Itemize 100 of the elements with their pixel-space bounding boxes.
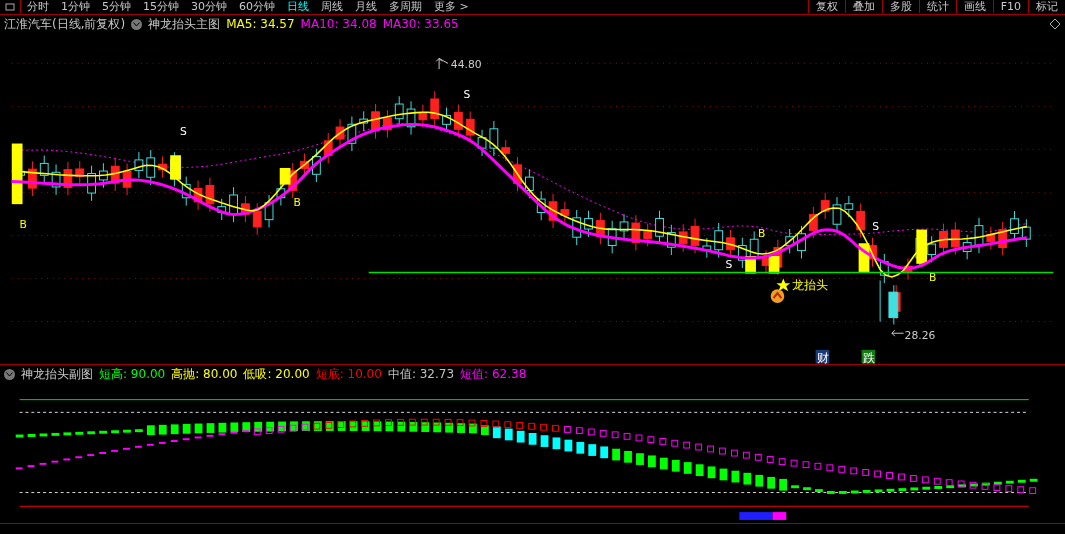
candlestick <box>264 194 274 229</box>
candlestick <box>371 103 380 140</box>
period-tab[interactable]: 周线 <box>315 0 349 14</box>
menu-icon <box>5 2 15 11</box>
toolbar-button[interactable]: 多股 <box>881 0 919 14</box>
period-tab[interactable]: 月线 <box>349 0 383 14</box>
candlestick <box>548 193 558 229</box>
indicator-name: 神龙抬头主图 <box>148 15 221 33</box>
buy-signal: B <box>19 217 27 231</box>
candlestick <box>808 206 818 239</box>
candlestick <box>146 149 156 186</box>
legend-value: 中值: 32.73 <box>387 366 455 384</box>
candlestick <box>678 223 688 253</box>
legend-value: MA5: 34.57 <box>226 17 295 32</box>
candlestick <box>584 210 593 238</box>
candlestick <box>347 116 357 152</box>
toolbar-button[interactable]: 叠加 <box>844 0 882 14</box>
period-tab[interactable]: 60分钟 <box>233 0 281 14</box>
candlestick <box>489 120 499 157</box>
legend-value: 高抛: 80.00 <box>171 366 238 384</box>
candlestick <box>122 163 132 196</box>
candlestick <box>572 209 582 246</box>
period-tab[interactable]: 30分钟 <box>185 0 233 14</box>
candlestick <box>110 158 120 192</box>
candlestick <box>962 234 972 261</box>
high-arrow-icon <box>435 58 449 70</box>
candlestick <box>513 156 522 192</box>
candlestick <box>832 196 842 233</box>
candlestick <box>536 191 546 222</box>
sell-signal: S <box>463 87 471 101</box>
sell-signal: S <box>872 219 880 233</box>
candlestick <box>158 156 167 179</box>
period-tab[interactable]: 多周期 <box>383 0 428 14</box>
signal-bar <box>279 168 291 185</box>
candlestick <box>28 161 37 197</box>
signal-bar <box>768 256 780 274</box>
candlestick <box>643 223 653 248</box>
candlestick <box>63 161 73 196</box>
dropdown-icon[interactable] <box>4 369 15 381</box>
candlestick <box>690 218 700 254</box>
candlestick <box>631 215 641 252</box>
candlestick <box>888 285 899 326</box>
toolbar-button[interactable]: 画线 <box>955 0 993 14</box>
star-icon <box>776 278 791 292</box>
stock-title: 江淮汽车(日线,前复权) <box>4 15 126 33</box>
candlestick <box>87 165 96 202</box>
candlestick <box>229 186 238 223</box>
candlestick <box>619 213 629 240</box>
period-tab[interactable]: 1分钟 <box>55 0 96 14</box>
candlestick <box>406 101 416 136</box>
event-tag: 财 <box>815 350 830 364</box>
signal-bar <box>858 243 870 273</box>
candlestick <box>726 229 735 259</box>
legend-value: MA10: 34.08 <box>300 17 377 32</box>
candlestick <box>702 237 712 259</box>
toolbar-button[interactable]: 统计 <box>918 0 956 14</box>
candlestick <box>453 104 463 138</box>
candlestick <box>797 225 806 260</box>
legend-value: 低吸: 20.00 <box>243 366 310 384</box>
diamond-icon[interactable] <box>1049 18 1061 31</box>
candlestick <box>312 148 321 183</box>
candlestick <box>359 111 369 132</box>
toolbar-button[interactable]: F10 <box>992 0 1028 14</box>
low-arrow-icon <box>891 330 905 337</box>
period-tab[interactable]: 5分钟 <box>96 0 137 14</box>
legend-value: 短底: 10.00 <box>315 366 382 384</box>
period-tab[interactable]: 日线 <box>281 0 315 14</box>
period-tab[interactable]: 更多 > <box>428 0 475 14</box>
sell-signal: S <box>179 124 187 138</box>
candlestick <box>714 222 724 259</box>
candlestick <box>51 164 61 196</box>
candlestick <box>666 224 676 256</box>
candlestick <box>181 176 191 207</box>
dropdown-icon[interactable] <box>131 18 143 30</box>
candlestick <box>820 192 830 220</box>
high-price-label: 44.80 <box>450 58 482 72</box>
candlestick <box>1021 219 1031 248</box>
candlestick <box>134 151 144 179</box>
candlestick <box>477 129 487 157</box>
candlestick <box>844 195 854 218</box>
indicator-name: 神龙抬头副图 <box>21 366 93 384</box>
event-tag: 跌 <box>861 350 876 364</box>
legend-value: 短值: 62.38 <box>460 366 527 384</box>
low-price-label: 28.26 <box>904 329 936 343</box>
candlestick <box>99 163 108 189</box>
candlestick <box>205 177 215 213</box>
legend-value: 短高: 90.00 <box>99 366 166 384</box>
toolbar-button[interactable]: 标记 <box>1028 0 1065 14</box>
signal-bar <box>170 155 181 180</box>
candlestick <box>501 139 511 162</box>
toolbar-button[interactable]: 复权 <box>807 0 845 14</box>
legend-value: MA30: 33.65 <box>382 17 459 32</box>
candlestick <box>903 258 913 281</box>
candlestick <box>217 198 227 221</box>
candlestick <box>241 195 250 223</box>
period-tab[interactable]: 15分钟 <box>137 0 185 14</box>
coin-icon <box>770 289 785 304</box>
signal-bar <box>745 256 756 274</box>
period-tab[interactable]: 分时 <box>21 0 55 14</box>
candlestick <box>193 180 203 211</box>
